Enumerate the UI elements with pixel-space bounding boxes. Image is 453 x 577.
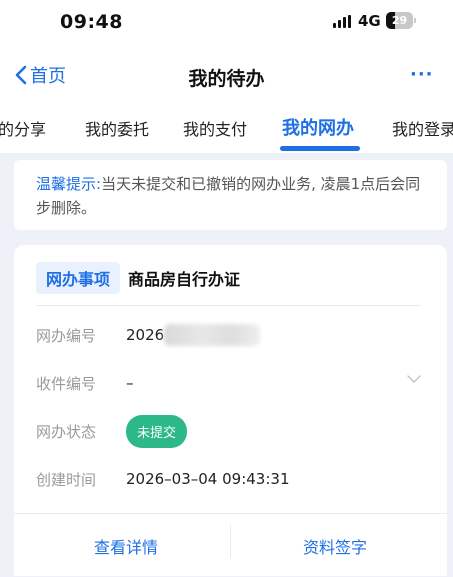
header-area: 09:48 4G 29 首页 我的待办 ··· 的分享 我的委托 我的支付 我的… xyxy=(0,0,453,153)
item-type-tag: 网办事项 xyxy=(36,262,121,294)
task-card[interactable]: 网办事项 商品房自行办证 网办编号 2026 收件编号 – 网办状态 未提交 创… xyxy=(14,245,447,576)
tab-bar: 的分享 我的委托 我的支付 我的网办 我的登录 xyxy=(0,104,453,154)
status-badge: 未提交 xyxy=(126,414,188,448)
page-title: 我的待办 xyxy=(188,68,265,90)
card-actions: 查看详情 资料签字 xyxy=(14,513,447,577)
field-value: – xyxy=(126,374,134,392)
field-row: 网办编号 2026 xyxy=(36,323,261,347)
notice-banner: 温馨提示:当天未提交和已撤销的网办业务, 凌晨1点后会同步删除。 xyxy=(14,160,447,230)
chevron-down-icon[interactable] xyxy=(406,373,422,385)
view-details-button[interactable]: 查看详情 xyxy=(94,534,158,558)
field-value: 2026–03–04 09:43:31 xyxy=(126,470,290,488)
status-time: 09:48 xyxy=(60,11,123,33)
card-title: 商品房自行办证 xyxy=(128,270,241,289)
tab-payment[interactable]: 我的支付 xyxy=(183,116,247,140)
field-label: 网办编号 xyxy=(36,326,97,345)
battery-level: 29 xyxy=(391,14,408,27)
tab-delegation[interactable]: 我的委托 xyxy=(85,116,149,140)
field-row: 创建时间 2026–03–04 09:43:31 xyxy=(36,467,289,491)
tab-online-service[interactable]: 我的网办 xyxy=(282,114,354,140)
network-type: 4G xyxy=(358,12,381,30)
sign-documents-button[interactable]: 资料签字 xyxy=(303,534,367,558)
field-row: 网办状态 未提交 xyxy=(36,414,188,448)
notice-label: 温馨提示: xyxy=(36,175,102,193)
field-label: 网办状态 xyxy=(36,422,97,441)
status-bar: 09:48 4G 29 xyxy=(0,0,453,44)
divider xyxy=(230,524,231,558)
field-label: 创建时间 xyxy=(36,470,97,489)
active-tab-indicator xyxy=(280,146,360,151)
redacted-value xyxy=(164,324,261,346)
card-header: 网办事项 商品房自行办证 xyxy=(36,262,241,294)
tab-share[interactable]: 的分享 xyxy=(0,116,46,140)
field-value: 2026 xyxy=(126,326,165,344)
divider xyxy=(36,305,421,306)
field-row: 收件编号 – xyxy=(36,371,134,395)
tab-login[interactable]: 我的登录 xyxy=(392,116,453,140)
field-label: 收件编号 xyxy=(36,374,97,393)
battery-icon: 29 xyxy=(386,12,416,29)
nav-bar: 首页 我的待办 ··· xyxy=(0,52,453,98)
signal-icon xyxy=(333,15,353,28)
more-button[interactable]: ··· xyxy=(410,64,438,86)
